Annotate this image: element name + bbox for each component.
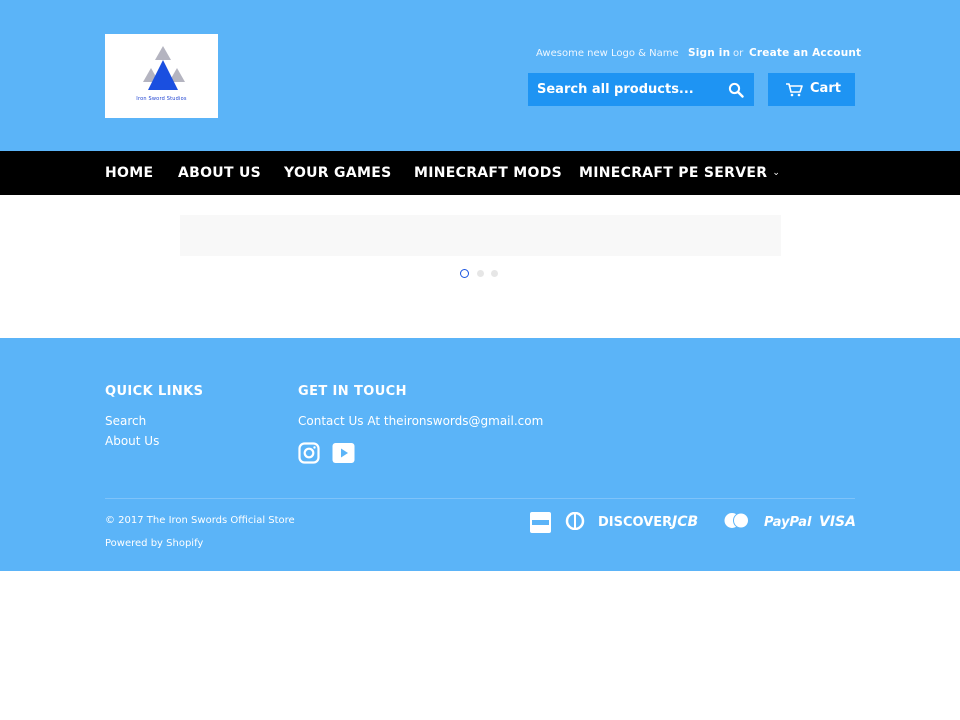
create-account-link[interactable]: Create an Account	[749, 47, 861, 59]
nav-item-home[interactable]: HOME	[105, 165, 153, 181]
footer-link-about-us[interactable]: About Us	[105, 434, 159, 448]
search-button[interactable]	[724, 73, 754, 106]
visa-icon: VISA	[819, 514, 856, 530]
site-footer: QUICK LINKS Search About Us GET IN TOUCH…	[0, 338, 960, 571]
nav-item-your-games[interactable]: YOUR GAMES	[284, 165, 391, 181]
nav-item-label: MINECRAFT PE SERVER	[579, 165, 768, 181]
or-text: or	[733, 48, 744, 59]
footer-divider	[105, 498, 855, 499]
quick-links-title: QUICK LINKS	[105, 384, 204, 399]
tagline: Awesome new Logo & Name	[536, 48, 679, 59]
contact-text: Contact Us At theironswords@gmail.com	[298, 414, 544, 428]
cart-button[interactable]: Cart	[768, 73, 855, 106]
account-links: Awesome new Logo & Name Sign in or Creat…	[536, 47, 861, 63]
sign-in-link[interactable]: Sign in	[688, 47, 730, 59]
jcb-icon: JCB	[672, 514, 699, 530]
site-logo[interactable]: Iron Sword Studios	[105, 34, 218, 118]
slide-dot-3[interactable]	[491, 270, 498, 277]
nav-item-minecraft-pe-server[interactable]: MINECRAFT PE SERVER ⌄	[579, 165, 780, 181]
nav-item-about-us[interactable]: ABOUT US	[178, 165, 261, 181]
nav-item-minecraft-mods[interactable]: MINECRAFT MODS	[414, 165, 562, 181]
copyright-text: © 2017 The Iron Swords Official Store	[105, 515, 295, 526]
diners-club-icon	[565, 511, 585, 534]
powered-by-link[interactable]: Powered by Shopify	[105, 538, 203, 549]
mastercard-icon	[723, 512, 750, 533]
cart-icon	[786, 83, 803, 97]
logo-triangle-icon	[143, 46, 185, 90]
search-icon	[728, 82, 744, 98]
site-header: Iron Sword Studios Awesome new Logo & Na…	[0, 0, 960, 152]
paypal-icon: PayPal	[764, 515, 812, 530]
american-express-icon	[530, 512, 551, 537]
cart-label: Cart	[810, 81, 841, 96]
slideshow	[180, 215, 781, 256]
chevron-down-icon: ⌄	[772, 168, 781, 178]
discover-icon: DISCOVER	[598, 515, 673, 530]
slide-dot-1[interactable]	[460, 269, 469, 278]
main-nav: HOME ABOUT US YOUR GAMES MINECRAFT MODS …	[0, 151, 960, 195]
instagram-icon[interactable]	[298, 442, 320, 468]
search-input[interactable]	[528, 73, 718, 106]
get-in-touch-title: GET IN TOUCH	[298, 384, 407, 399]
slide-dot-2[interactable]	[477, 270, 484, 277]
search-form	[528, 73, 754, 106]
logo-text: Iron Sword Studios	[136, 96, 187, 102]
footer-link-search[interactable]: Search	[105, 414, 146, 428]
youtube-icon[interactable]	[332, 442, 355, 468]
